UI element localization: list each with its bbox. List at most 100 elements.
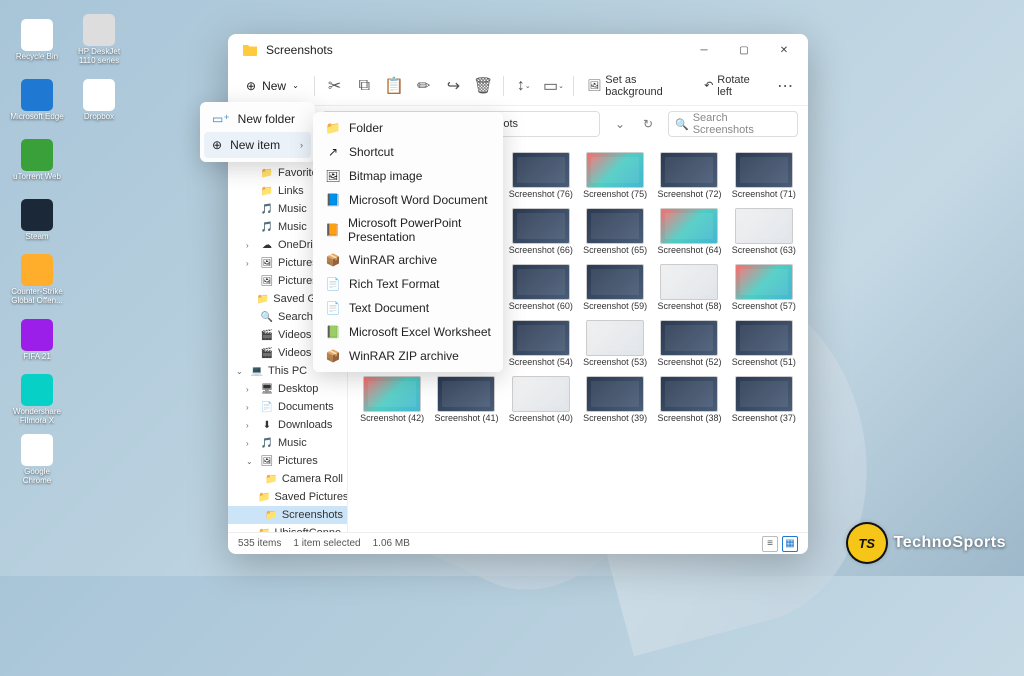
new-item-item[interactable]: ⊕ New item › [204, 132, 311, 158]
file-name: Screenshot (37) [732, 414, 796, 424]
titlebar[interactable]: Screenshots ─ ▢ ✕ [228, 34, 808, 66]
folder-icon: 🎬 [260, 328, 274, 342]
file-thumbnail[interactable]: Screenshot (59) [579, 262, 651, 314]
file-thumbnail[interactable]: Screenshot (52) [653, 318, 725, 370]
sidebar-item-label: Music [278, 437, 307, 449]
flyout-item[interactable]: 📦WinRAR ZIP archive [317, 344, 499, 368]
separator [573, 76, 574, 96]
flyout-item[interactable]: 📄Rich Text Format [317, 272, 499, 296]
command-bar: ⊕ New ⌄ ✂ ⧉ 📋 ✏ ↪ 🗑 ↕⌄ ▭⌄ 🖼 Set as backg… [228, 66, 808, 106]
file-name: Screenshot (64) [657, 246, 721, 256]
sidebar-item[interactable]: 📁Camera Roll [228, 470, 347, 488]
file-name: Screenshot (72) [657, 190, 721, 200]
sidebar-item[interactable]: 📁Saved Pictures [228, 488, 347, 506]
folder-icon: 📁 [258, 490, 270, 504]
set-background-label: Set as background [605, 74, 688, 98]
dropdown-button[interactable]: ⌄ [608, 112, 632, 136]
app-icon [21, 199, 53, 231]
copy-icon[interactable]: ⧉ [351, 72, 377, 100]
file-thumbnail[interactable]: Screenshot (41) [430, 374, 502, 426]
new-button[interactable]: ⊕ New ⌄ [238, 75, 307, 97]
folder-icon: ☁ [260, 238, 274, 252]
desktop-icon[interactable]: HP DeskJet 1110 series [72, 10, 126, 70]
file-thumbnail[interactable]: Screenshot (75) [579, 150, 651, 202]
sidebar-item-label: Documents [278, 401, 334, 413]
new-folder-item[interactable]: ▭⁺ New folder [204, 106, 311, 132]
file-thumbnail[interactable]: Screenshot (65) [579, 206, 651, 258]
file-thumbnail[interactable]: Screenshot (64) [653, 206, 725, 258]
file-thumbnail[interactable]: Screenshot (60) [505, 262, 577, 314]
desktop-icon[interactable]: uTorrent Web [10, 130, 64, 190]
file-thumbnail[interactable]: Screenshot (39) [579, 374, 651, 426]
folder-icon: 📁 [260, 184, 274, 198]
sidebar-item[interactable]: 📁UbisoftConne... [228, 524, 347, 532]
desktop-icon[interactable]: Steam [10, 190, 64, 250]
file-thumbnail[interactable]: Screenshot (57) [728, 262, 800, 314]
desktop-icon-label: Recycle Bin [16, 53, 58, 62]
desktop-icon[interactable]: Google Chrome [10, 430, 64, 490]
file-thumbnail[interactable]: Screenshot (51) [728, 318, 800, 370]
delete-icon[interactable]: 🗑 [470, 72, 496, 100]
file-thumbnail[interactable]: Screenshot (37) [728, 374, 800, 426]
flyout-item[interactable]: 📁Folder [317, 116, 499, 140]
flyout-item[interactable]: 📄Text Document [317, 296, 499, 320]
rename-icon[interactable]: ✏ [411, 72, 437, 100]
file-name: Screenshot (63) [732, 246, 796, 256]
maximize-button[interactable]: ▢ [724, 34, 764, 66]
minimize-button[interactable]: ─ [684, 34, 724, 66]
file-thumbnail[interactable]: Screenshot (71) [728, 150, 800, 202]
file-thumbnail[interactable]: Screenshot (38) [653, 374, 725, 426]
flyout-item[interactable]: 📘Microsoft Word Document [317, 188, 499, 212]
file-name: Screenshot (40) [509, 414, 573, 424]
flyout-item[interactable]: 📙Microsoft PowerPoint Presentation [317, 212, 499, 248]
file-thumbnail[interactable]: Screenshot (54) [505, 318, 577, 370]
sort-icon[interactable]: ↕⌄ [511, 72, 537, 100]
folder-icon: ⬇ [260, 418, 274, 432]
desktop-icon[interactable]: Counter-Strike Global Offen... [10, 250, 64, 310]
desktop-icon[interactable]: FIFA 21 [10, 310, 64, 370]
flyout-item[interactable]: 📦WinRAR archive [317, 248, 499, 272]
rotate-left-button[interactable]: ↶ Rotate left [698, 70, 768, 102]
search-input[interactable]: 🔍 Search Screenshots [668, 111, 798, 137]
desktop-icon-label: Wondershare Filmora X [10, 408, 64, 426]
file-thumbnail[interactable]: Screenshot (66) [505, 206, 577, 258]
file-thumbnail[interactable]: Screenshot (72) [653, 150, 725, 202]
set-background-button[interactable]: 🖼 Set as background [581, 70, 694, 102]
list-view-button[interactable]: ≡ [762, 536, 778, 552]
file-thumbnail[interactable]: Screenshot (63) [728, 206, 800, 258]
file-name: Screenshot (59) [583, 302, 647, 312]
desktop-icon[interactable]: Wondershare Filmora X [10, 370, 64, 430]
refresh-button[interactable]: ↻ [636, 112, 660, 136]
thumbnail-image [660, 376, 718, 412]
cut-icon[interactable]: ✂ [322, 72, 348, 100]
desktop-icon[interactable]: Dropbox [72, 70, 126, 130]
sidebar-item[interactable]: ›🎵Music [228, 434, 347, 452]
flyout-item[interactable]: 📗Microsoft Excel Worksheet [317, 320, 499, 344]
folder-icon: 🖼 [260, 454, 274, 468]
paste-icon[interactable]: 📋 [381, 72, 407, 100]
file-thumbnail[interactable]: Screenshot (40) [505, 374, 577, 426]
sidebar-item[interactable]: ›🖥Desktop [228, 380, 347, 398]
file-thumbnail[interactable]: Screenshot (53) [579, 318, 651, 370]
sidebar-item[interactable]: 📁Screenshots [228, 506, 347, 524]
file-type-icon: ↗ [325, 144, 341, 160]
view-icon[interactable]: ▭⌄ [541, 72, 567, 100]
sidebar-item[interactable]: ⌄🖼Pictures [228, 452, 347, 470]
more-icon[interactable]: ⋯ [772, 72, 798, 100]
share-icon[interactable]: ↪ [441, 72, 467, 100]
desktop-icon-label: uTorrent Web [13, 173, 61, 182]
sidebar-item[interactable]: ›⬇Downloads [228, 416, 347, 434]
grid-view-button[interactable]: ▦ [782, 536, 798, 552]
file-thumbnail[interactable]: Screenshot (76) [505, 150, 577, 202]
desktop-icon[interactable]: Recycle Bin [10, 10, 64, 70]
thumbnail-image [586, 208, 644, 244]
thumbnail-image [586, 376, 644, 412]
flyout-item[interactable]: 🖼Bitmap image [317, 164, 499, 188]
desktop-icon[interactable]: Microsoft Edge [10, 70, 64, 130]
close-button[interactable]: ✕ [764, 34, 804, 66]
sidebar-item[interactable]: ›📄Documents [228, 398, 347, 416]
file-thumbnail[interactable]: Screenshot (58) [653, 262, 725, 314]
flyout-item[interactable]: ↗Shortcut [317, 140, 499, 164]
file-thumbnail[interactable]: Screenshot (42) [356, 374, 428, 426]
caret-icon: › [246, 439, 256, 448]
